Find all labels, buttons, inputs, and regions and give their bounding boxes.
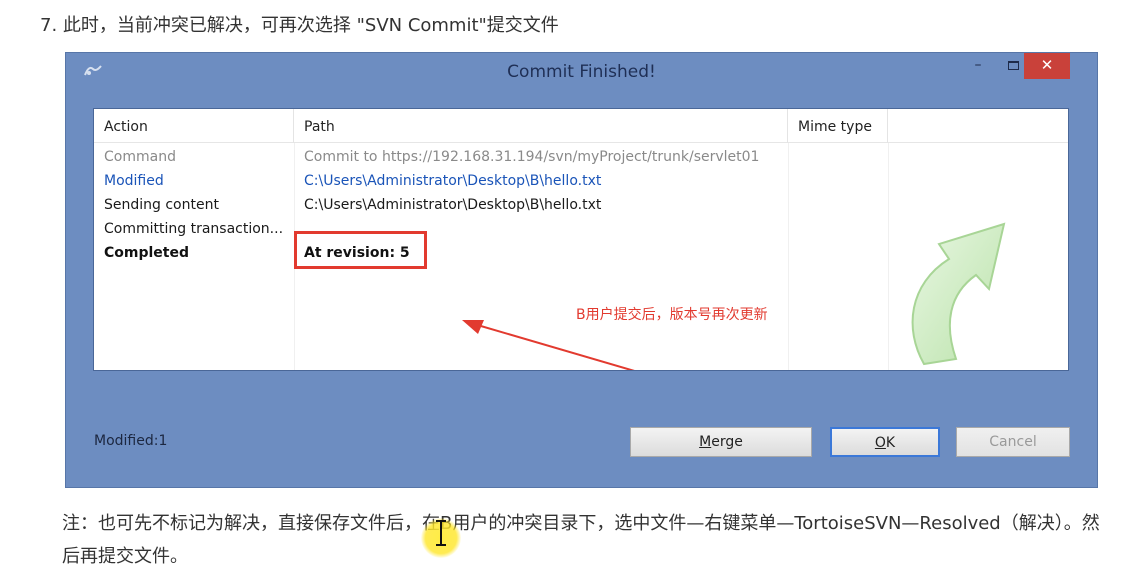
merge-label-rest: erge — [711, 434, 743, 450]
title-bar: Commit Finished! – ✕ — [66, 53, 1097, 91]
ok-label-rest: K — [885, 435, 896, 451]
minimize-button[interactable]: – — [964, 53, 992, 79]
commit-results-list[interactable]: Action Path Mime type Command Commit to … — [93, 108, 1069, 371]
annotation-label: B用户提交后，版本号再次更新 — [576, 307, 768, 323]
ok-button[interactable]: OK — [830, 427, 940, 457]
row-path: C:\Users\Administrator\Desktop\B\hello.t… — [304, 197, 602, 213]
list-row-completed[interactable]: Completed At revision: 5 — [94, 241, 894, 265]
list-row-sending[interactable]: Sending content C:\Users\Administrator\D… — [94, 193, 894, 217]
green-curved-arrow-icon — [911, 222, 1006, 366]
column-header-path[interactable]: Path — [294, 109, 788, 143]
row-action: Committing transaction... — [104, 221, 284, 237]
column-header-mime-type[interactable]: Mime type — [788, 109, 888, 143]
close-button[interactable]: ✕ — [1024, 53, 1070, 79]
commit-finished-dialog: Commit Finished! – ✕ Action Path Mime ty… — [65, 52, 1098, 488]
row-action: Command — [104, 149, 176, 165]
list-header: Action Path Mime type — [94, 109, 1068, 143]
row-action: Completed — [104, 245, 190, 261]
merge-button[interactable]: Merge — [630, 427, 812, 457]
revision-highlight-box — [294, 231, 427, 269]
note-paragraph: 注：也可先不标记为解决，直接保存文件后，在B用户的冲突目录下，选中文件—右键菜单… — [62, 513, 1100, 567]
list-row-modified[interactable]: Modified C:\Users\Administrator\Desktop\… — [94, 169, 894, 193]
list-row-committing[interactable]: Committing transaction... — [94, 217, 894, 241]
row-path: C:\Users\Administrator\Desktop\B\hello.t… — [304, 173, 602, 189]
row-path: Commit to https://192.168.31.194/svn/myP… — [304, 149, 760, 165]
maximize-icon — [1007, 60, 1019, 70]
list-row-command[interactable]: Command Commit to https://192.168.31.194… — [94, 145, 894, 169]
dialog-title: Commit Finished! — [507, 62, 656, 82]
modified-count-status: Modified:1 — [94, 433, 168, 449]
merge-accel-key: M — [699, 434, 712, 450]
cancel-button[interactable]: Cancel — [956, 427, 1070, 457]
row-action: Sending content — [104, 197, 219, 213]
ok-accel-key: O — [874, 435, 886, 451]
maximize-button[interactable] — [999, 53, 1027, 79]
text-cursor-icon — [436, 520, 446, 546]
step-instruction: 7. 此时，当前冲突已解决，可再次选择 "SVN Commit"提交文件 — [40, 15, 559, 36]
row-action: Modified — [104, 173, 164, 189]
column-header-action[interactable]: Action — [94, 109, 294, 143]
